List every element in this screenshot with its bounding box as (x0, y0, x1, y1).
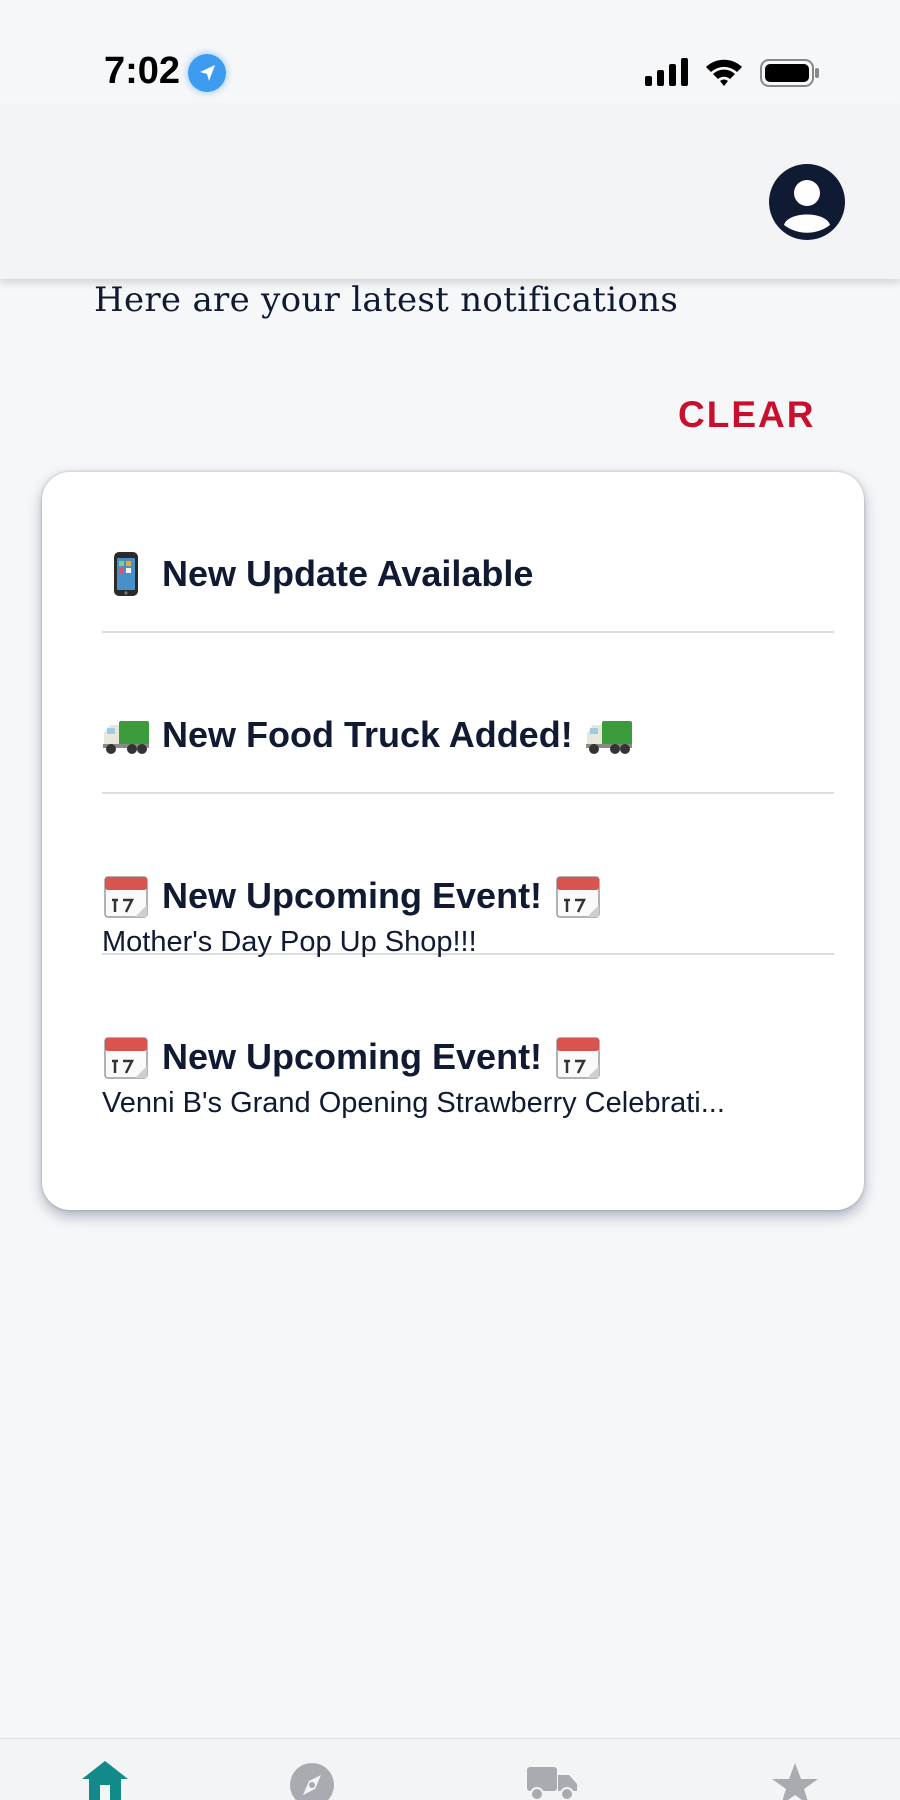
calendar-icon (104, 1037, 148, 1079)
notification-item[interactable]: New Food Truck Added! (102, 633, 834, 794)
notification-item[interactable]: New Update Available (102, 472, 834, 633)
status-bar: 7:02 (0, 0, 900, 105)
nav-home[interactable] (80, 1761, 130, 1800)
profile-button[interactable] (768, 163, 846, 241)
home-icon (82, 1761, 128, 1800)
clear-button[interactable]: CLEAR (678, 394, 815, 436)
app-header (0, 105, 900, 279)
mobile-phone-icon (114, 552, 138, 596)
nav-favorites[interactable] (770, 1761, 820, 1800)
nav-explore[interactable] (287, 1761, 337, 1800)
notification-subtitle: Venni B's Grand Opening Strawberry Celeb… (102, 1087, 725, 1119)
notification-title: New Update Available (162, 553, 534, 594)
wifi-icon (706, 59, 742, 86)
notification-title-row: New Food Truck Added! (102, 711, 633, 759)
page-subtitle: Here are your latest notifications (94, 280, 679, 320)
notification-title: New Upcoming Event! (162, 1036, 543, 1077)
calendar-icon (104, 876, 148, 918)
notification-title: New Upcoming Event! (162, 875, 543, 916)
truck-icon (527, 1767, 577, 1800)
user-circle-icon (769, 164, 845, 240)
notification-item[interactable]: New Upcoming Event! Mother's Day Pop Up … (102, 794, 834, 958)
nav-trucks[interactable] (527, 1761, 577, 1800)
status-time: 7:02 (104, 50, 181, 92)
star-icon (772, 1763, 818, 1800)
notification-item[interactable]: New Upcoming Event! Venni B's Grand Open… (102, 955, 834, 1119)
signal-icon (645, 58, 688, 86)
bottom-nav (0, 1738, 900, 1800)
battery-icon (760, 59, 819, 87)
notification-title-row: New Update Available (102, 550, 533, 598)
calendar-icon (556, 876, 600, 918)
compass-icon (290, 1763, 334, 1800)
notifications-card: New Update Available New Food Truck Adde… (42, 472, 864, 1210)
notification-title-row: New Upcoming Event! (102, 1033, 602, 1081)
notification-title-row: New Upcoming Event! (102, 872, 602, 920)
location-icon (188, 54, 226, 92)
delivery-truck-icon (585, 721, 632, 754)
delivery-truck-icon (103, 721, 149, 754)
notification-title: New Food Truck Added! (162, 714, 573, 755)
calendar-icon (556, 1037, 600, 1079)
